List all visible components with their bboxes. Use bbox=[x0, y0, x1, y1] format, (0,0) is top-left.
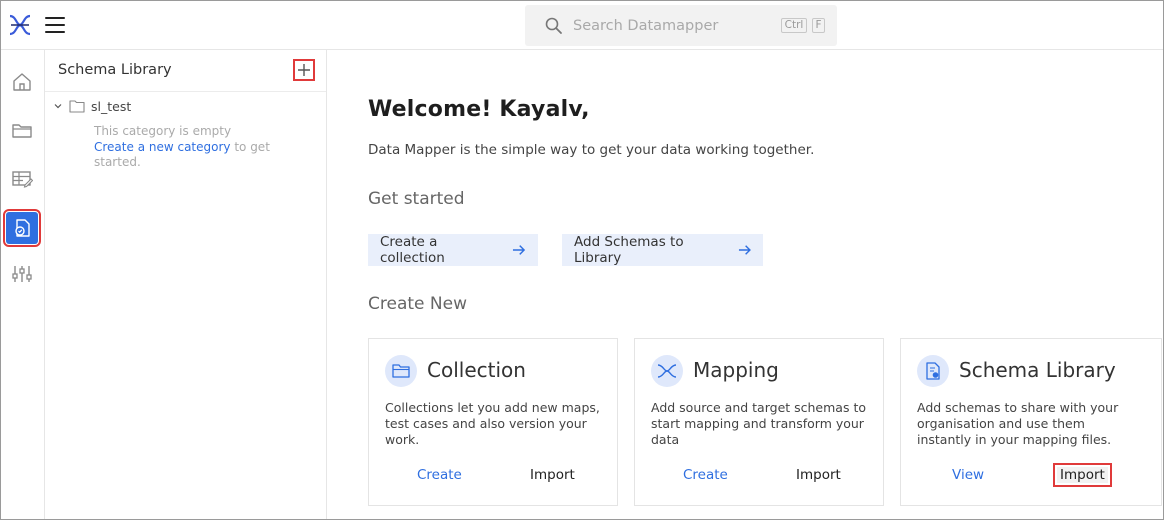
arrow-right-icon bbox=[738, 245, 751, 255]
panel-header: Schema Library bbox=[45, 50, 326, 92]
schema-library-panel: Schema Library sl_test This category is … bbox=[45, 50, 327, 519]
schema-library-icon bbox=[15, 219, 30, 237]
mapping-icon bbox=[657, 364, 677, 378]
shortcut-ctrl-key: Ctrl bbox=[781, 18, 807, 33]
schema-card-icon bbox=[917, 355, 949, 387]
schema-library-card: Schema Library Add schemas to share with… bbox=[900, 338, 1162, 506]
search-input[interactable] bbox=[573, 15, 773, 36]
get-started-heading: Get started bbox=[368, 189, 465, 209]
card-description: Add source and target schemas to start m… bbox=[651, 400, 866, 447]
create-collection-button[interactable]: Create a collection bbox=[368, 234, 538, 266]
nav-table[interactable] bbox=[6, 163, 38, 195]
folder-icon bbox=[392, 364, 410, 378]
folder-icon bbox=[12, 124, 32, 138]
card-title: Mapping bbox=[693, 358, 779, 382]
card-description: Add schemas to share with your organisat… bbox=[917, 400, 1119, 447]
empty-text: This category is empty bbox=[94, 124, 232, 138]
create-category-link[interactable]: Create a new category bbox=[94, 140, 231, 154]
collection-import-link[interactable]: Import bbox=[530, 467, 575, 483]
card-description: Collections let you add new maps, test c… bbox=[385, 400, 600, 447]
nav-schema-library[interactable] bbox=[3, 209, 41, 247]
mapping-card: Mapping Add source and target schemas to… bbox=[634, 338, 884, 506]
chevron-down-icon[interactable] bbox=[53, 101, 63, 111]
datamapper-logo-icon[interactable] bbox=[8, 13, 32, 37]
collection-card-icon bbox=[385, 355, 417, 387]
mapping-import-link[interactable]: Import bbox=[796, 467, 841, 483]
card-title: Schema Library bbox=[959, 358, 1116, 382]
hamburger-menu-icon[interactable] bbox=[45, 17, 65, 33]
welcome-subtitle: Data Mapper is the simple way to get you… bbox=[368, 142, 815, 158]
shortcut-f-key: F bbox=[812, 18, 825, 33]
table-edit-icon bbox=[12, 171, 33, 188]
empty-category-note: This category is empty Create a new cate… bbox=[94, 124, 284, 171]
search-icon bbox=[545, 17, 562, 34]
collection-create-link[interactable]: Create bbox=[417, 467, 462, 483]
panel-title: Schema Library bbox=[58, 62, 172, 78]
home-icon bbox=[13, 73, 31, 91]
schema-import-link[interactable]: Import bbox=[1053, 463, 1112, 487]
sliders-icon bbox=[12, 266, 32, 282]
plus-icon bbox=[298, 64, 310, 76]
mapping-card-icon bbox=[651, 355, 683, 387]
nav-rail bbox=[1, 50, 45, 519]
add-schemas-label: Add Schemas to Library bbox=[574, 234, 684, 266]
add-schemas-button[interactable]: Add Schemas to Library bbox=[562, 234, 763, 266]
schema-doc-icon bbox=[926, 362, 940, 380]
create-new-heading: Create New bbox=[368, 294, 467, 314]
nav-home[interactable] bbox=[6, 66, 38, 98]
collection-card: Collection Collections let you add new m… bbox=[368, 338, 618, 506]
tree-item-sl-test[interactable]: sl_test bbox=[53, 97, 131, 115]
folder-icon bbox=[69, 100, 85, 113]
schema-view-link[interactable]: View bbox=[952, 467, 984, 483]
welcome-heading: Welcome! Kayalv, bbox=[368, 97, 590, 122]
card-title: Collection bbox=[427, 358, 526, 382]
create-collection-label: Create a collection bbox=[380, 234, 445, 266]
nav-collections[interactable] bbox=[6, 114, 38, 146]
tree-item-label: sl_test bbox=[91, 98, 132, 114]
top-bar: Ctrl F bbox=[1, 1, 1163, 50]
add-category-button[interactable] bbox=[293, 59, 315, 81]
arrow-right-icon bbox=[513, 245, 526, 255]
search-bar[interactable]: Ctrl F bbox=[525, 5, 837, 46]
main-content: Welcome! Kayalv, Data Mapper is the simp… bbox=[328, 50, 1163, 519]
mapping-create-link[interactable]: Create bbox=[683, 467, 728, 483]
nav-settings[interactable] bbox=[6, 258, 38, 290]
app-window: Ctrl F bbox=[0, 0, 1164, 520]
